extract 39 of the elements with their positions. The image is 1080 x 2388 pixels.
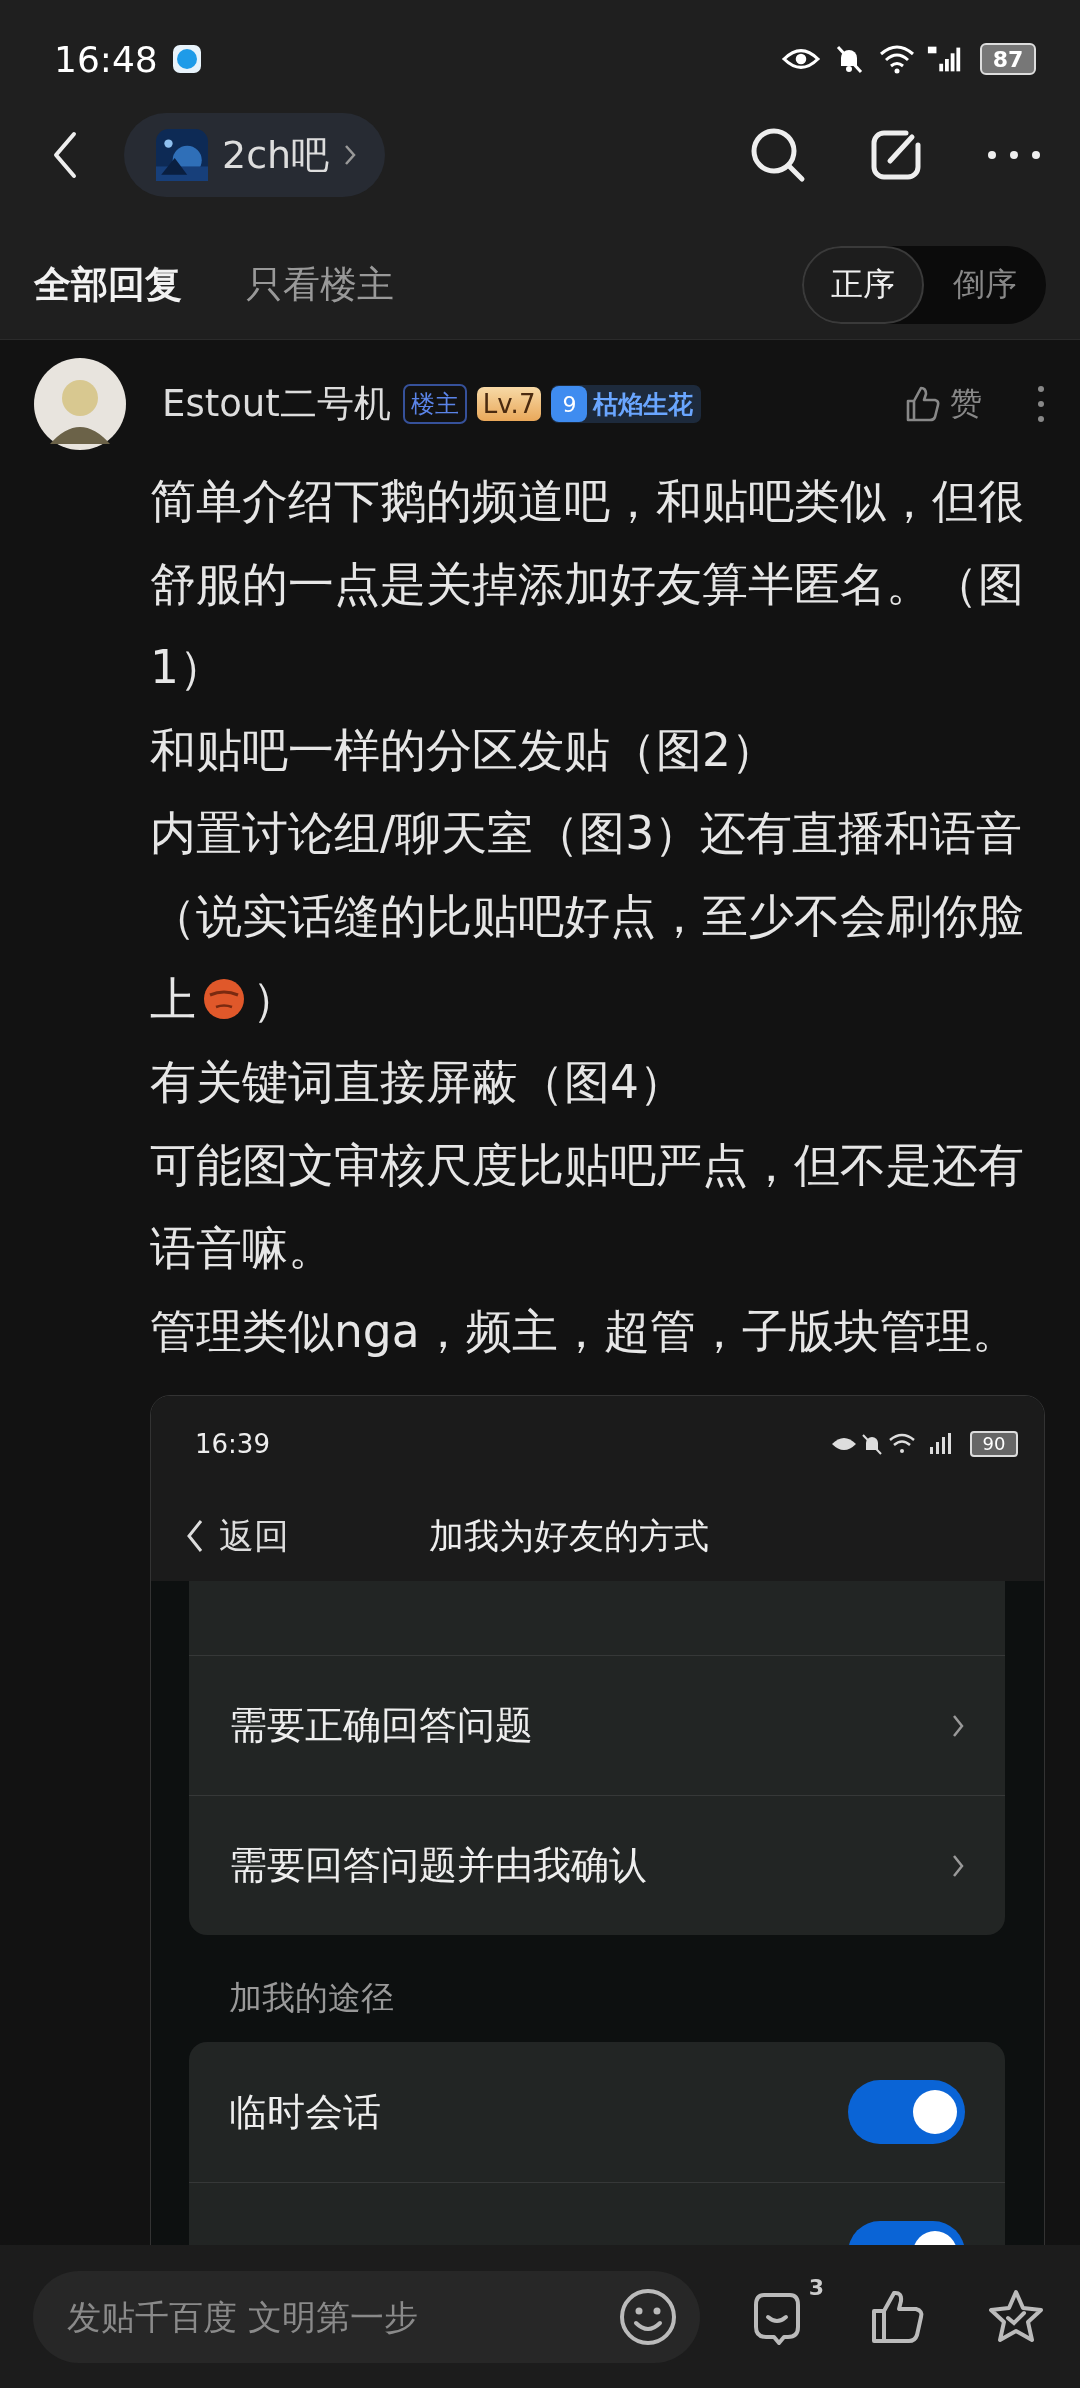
post-text: 有关键词直接屏蔽（图4） [150, 1056, 685, 1109]
post-text: 可能图文审核尺度比贴吧严点，但不是还有语音嘛。 [150, 1139, 1024, 1275]
option-label: 需要回答问题并由我确认 [229, 1842, 647, 1889]
like-button[interactable]: 赞 [902, 382, 982, 426]
reply-field[interactable]: 发贴千百度 文明第一步 [33, 2270, 700, 2363]
emoji-icon [202, 977, 246, 1021]
status-time: 16:48 [54, 38, 158, 80]
post-text: 内置讨论组/聊天室（图3）还有直播和语音（说实话缝的比贴吧好点，至少不会刷你脸 [150, 806, 1025, 945]
wifi-icon [878, 44, 916, 74]
sort-option[interactable]: 倒序 [924, 245, 1046, 324]
fan-title: 枯焰生花 [593, 388, 694, 421]
comment-count: 3 [808, 2274, 824, 2300]
tab[interactable]: 只看楼主 [246, 259, 394, 310]
fan-level: 9 [551, 386, 588, 422]
section-label: 加我的途径 [228, 1977, 395, 2019]
post-text: ） [252, 973, 298, 1026]
author-name[interactable]: Estout二号机 [162, 379, 391, 429]
emoji-icon[interactable] [618, 2286, 678, 2347]
option-label: 需要正确回答问题 [229, 1702, 533, 1749]
reply-input[interactable]: 发贴千百度 文明第一步 [65, 2295, 618, 2338]
forum-button[interactable]: 2ch吧 [124, 113, 386, 197]
battery-icon: 90 [970, 1430, 1018, 1457]
avatar[interactable] [34, 358, 126, 450]
battery-icon: 87 [980, 43, 1036, 75]
post-text: 和贴吧一样的分区发贴（图2） [150, 724, 777, 777]
post-text: 上 [150, 973, 196, 1026]
level-badge: Lv.7 [476, 387, 542, 421]
post-text: 简单介绍下鹅的频道吧，和贴吧类似，但很舒服的一点是关掉添加好友算半匿名。（图1） [150, 475, 1024, 694]
status-time: 16:39 [195, 1428, 270, 1459]
chevron-right-icon [343, 143, 358, 167]
option-label: 临时会话 [229, 2088, 381, 2136]
screen-title: 加我为好友的方式 [429, 1514, 709, 1558]
back-icon [185, 1518, 205, 1554]
op-badge: 楼主 [402, 384, 467, 424]
app-notification-icon [171, 44, 202, 74]
back-label: 返回 [219, 1514, 289, 1558]
post-text: 管理类似nga，频主，超管，子版块管理。 [150, 1305, 1018, 1358]
sort-option[interactable]: 正序 [802, 245, 924, 324]
tab[interactable]: 全部回复 [34, 259, 182, 310]
